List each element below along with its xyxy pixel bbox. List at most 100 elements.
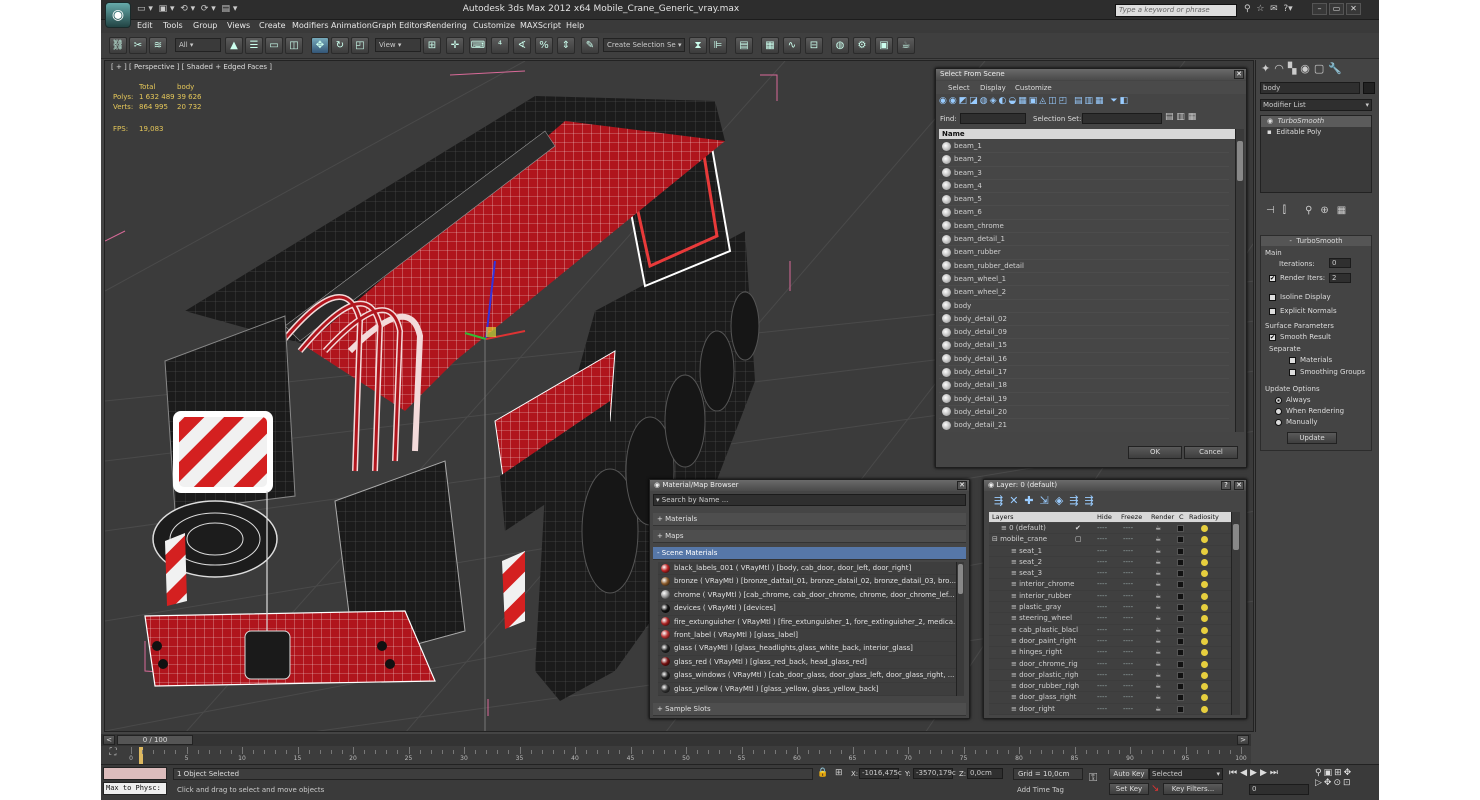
freeze-toggle[interactable]: ----: [1123, 647, 1133, 657]
render-teapot-icon[interactable]: ☕: [1155, 704, 1161, 714]
render-teapot-icon[interactable]: ☕: [1155, 659, 1161, 669]
layer-row[interactable]: ≡ interior_rubber ---- ---- ☕: [989, 591, 1231, 603]
materials-row[interactable]: Materials: [1289, 356, 1332, 364]
category-scene-materials[interactable]: - Scene Materials: [653, 547, 966, 560]
maxscript-listener-input[interactable]: [103, 767, 167, 780]
when-rendering-radio[interactable]: [1275, 407, 1282, 415]
render-teapot-icon[interactable]: ☕: [1155, 534, 1161, 544]
col-radiosity[interactable]: Radiosity: [1189, 512, 1219, 522]
hide-toggle[interactable]: ----: [1097, 602, 1107, 612]
material-row[interactable]: black_labels_001 ( VRayMtl ) [body, cab_…: [658, 562, 956, 576]
radiosity-toggle[interactable]: [1201, 637, 1208, 646]
layer-row[interactable]: ⊟ mobile_crane ▢ ---- ---- ☕: [989, 534, 1231, 546]
layer-color-swatch[interactable]: [1177, 592, 1184, 600]
col-render[interactable]: Render: [1151, 512, 1174, 522]
hide-toggle[interactable]: ----: [1097, 704, 1107, 714]
scene-object-row[interactable]: body_detail_21: [939, 419, 1229, 432]
viewport-nav-controls[interactable]: ⚲▣⊞✥ ▷✥⊙⊡: [1315, 768, 1353, 788]
key-filters-button[interactable]: Key Filters...: [1163, 783, 1223, 795]
layer-color-swatch[interactable]: [1177, 547, 1184, 555]
radiosity-toggle[interactable]: [1201, 694, 1208, 702]
scene-object-row[interactable]: body_detail_09: [939, 326, 1229, 340]
layer-row[interactable]: ≡ door_plastic_righ ---- ---- ☕: [989, 670, 1231, 682]
schematic-view-icon[interactable]: ⊟: [805, 37, 823, 54]
scene-object-row[interactable]: body_detail_18: [939, 379, 1229, 393]
layer-color-swatch[interactable]: [1177, 705, 1184, 713]
freeze-toggle[interactable]: ----: [1123, 704, 1133, 714]
when-rendering-row[interactable]: When Rendering: [1275, 407, 1344, 415]
select-by-name-icon[interactable]: ☰: [245, 37, 263, 54]
freeze-toggle[interactable]: ----: [1123, 579, 1133, 589]
unlink-icon[interactable]: ✂: [129, 37, 147, 54]
render-setup-icon[interactable]: ⚙: [853, 37, 871, 54]
layer-row[interactable]: ≡ door_paint_right ---- ---- ☕: [989, 636, 1231, 648]
col-freeze[interactable]: Freeze: [1121, 512, 1142, 522]
render-iters-spinner[interactable]: 2: [1329, 273, 1351, 283]
scene-list-scrollthumb[interactable]: [1237, 141, 1243, 181]
modifier-stack[interactable]: ◉ TurboSmooth ▪ Editable Poly: [1260, 115, 1372, 193]
render-teapot-icon[interactable]: ☕: [1155, 523, 1161, 533]
render-teapot-icon[interactable]: ☕: [1155, 692, 1161, 702]
radiosity-toggle[interactable]: [1201, 705, 1208, 714]
layer-manager-close-button[interactable]: ✕: [1234, 481, 1244, 490]
select-object-icon[interactable]: ▲: [225, 37, 243, 54]
radiosity-toggle[interactable]: [1201, 536, 1208, 544]
materials-checkbox[interactable]: [1289, 356, 1296, 364]
menu-help[interactable]: Help: [566, 21, 584, 30]
radiosity-toggle[interactable]: [1201, 660, 1208, 669]
layer-row[interactable]: ≡ seat_3 ---- ---- ☕: [989, 568, 1231, 580]
scene-object-row[interactable]: beam_wheel_1: [939, 273, 1229, 287]
layer-color-swatch[interactable]: [1177, 649, 1184, 657]
search-input[interactable]: Type a keyword or phrase: [1115, 4, 1237, 17]
layer-row[interactable]: ≡ hinges_right ---- ---- ☕: [989, 647, 1231, 659]
materials-scrollthumb[interactable]: [958, 564, 963, 594]
spinner-snap-icon[interactable]: ⇕: [557, 37, 575, 54]
update-button[interactable]: Update: [1287, 432, 1337, 444]
hide-toggle[interactable]: ----: [1097, 534, 1107, 544]
material-editor-icon[interactable]: ◍: [831, 37, 849, 54]
percent-snap-icon[interactable]: %: [535, 37, 553, 54]
materials-scrollbar[interactable]: [956, 562, 964, 696]
material-row[interactable]: glass_windows ( VRayMtl ) [cab_door_glas…: [658, 669, 956, 683]
time-slider[interactable]: < 0 / 100 >: [101, 734, 1251, 746]
rollout-title[interactable]: - TurboSmooth: [1261, 236, 1371, 246]
x-coordinate-field[interactable]: -1016,475c: [859, 768, 902, 779]
col-layers[interactable]: Layers: [992, 512, 1014, 522]
menu-group[interactable]: Group: [193, 21, 217, 30]
render-teapot-icon[interactable]: ☕: [1155, 670, 1161, 680]
layer-scrollthumb[interactable]: [1233, 524, 1239, 550]
scene-list-scrollbar[interactable]: [1235, 129, 1244, 432]
close-button[interactable]: ✕: [1346, 3, 1361, 15]
scene-object-row[interactable]: beam_chrome: [939, 220, 1229, 234]
radiosity-toggle[interactable]: [1201, 570, 1208, 578]
graphite-ribbon-icon[interactable]: ▦: [761, 37, 779, 54]
rendered-frame-icon[interactable]: ▣: [875, 37, 893, 54]
infocenter-icons[interactable]: ⚲ ☆ ✉ ?▾: [1244, 4, 1293, 14]
select-dialog-filter-toolbar[interactable]: ◉◉◩◪◍◈◐◒▦▣◬◫◰ ▤▥▦ ⏷◧: [939, 96, 1239, 110]
scene-object-row[interactable]: body_detail_02: [939, 313, 1229, 327]
reference-coord-dropdown[interactable]: View ▾: [375, 38, 421, 52]
freeze-toggle[interactable]: ----: [1123, 659, 1133, 669]
mirror-icon[interactable]: ⧗: [689, 37, 707, 54]
select-manipulate-icon[interactable]: ✛: [446, 37, 464, 54]
cancel-button[interactable]: Cancel: [1184, 446, 1238, 459]
col-hide[interactable]: Hide: [1097, 512, 1112, 522]
render-teapot-icon[interactable]: ☕: [1155, 557, 1161, 567]
move-icon[interactable]: ✥: [311, 37, 329, 54]
z-coordinate-field[interactable]: 0,0cm: [967, 768, 1003, 779]
radiosity-toggle[interactable]: [1201, 592, 1208, 601]
layer-row[interactable]: ≡ interior_chrome ---- ---- ☕: [989, 579, 1231, 591]
render-teapot-icon[interactable]: ☕: [1155, 681, 1161, 691]
freeze-toggle[interactable]: ----: [1123, 625, 1133, 635]
key-mode-dropdown[interactable]: Selected ▾: [1149, 768, 1223, 780]
bind-spacewarp-icon[interactable]: ≋: [149, 37, 167, 54]
hide-toggle[interactable]: ----: [1097, 591, 1107, 601]
freeze-toggle[interactable]: ----: [1123, 670, 1133, 680]
layer-color-swatch[interactable]: [1177, 581, 1184, 589]
name-column-header[interactable]: Name: [939, 129, 1235, 139]
layer-color-swatch[interactable]: [1177, 525, 1184, 532]
stack-controls[interactable]: ⊣⫿ ⚲⊕▦: [1266, 205, 1354, 216]
scale-icon[interactable]: ◰: [351, 37, 369, 54]
scene-object-row[interactable]: beam_detail_1: [939, 233, 1229, 247]
layer-row[interactable]: ≡ cab_plastic_blacl ---- ---- ☕: [989, 625, 1231, 636]
